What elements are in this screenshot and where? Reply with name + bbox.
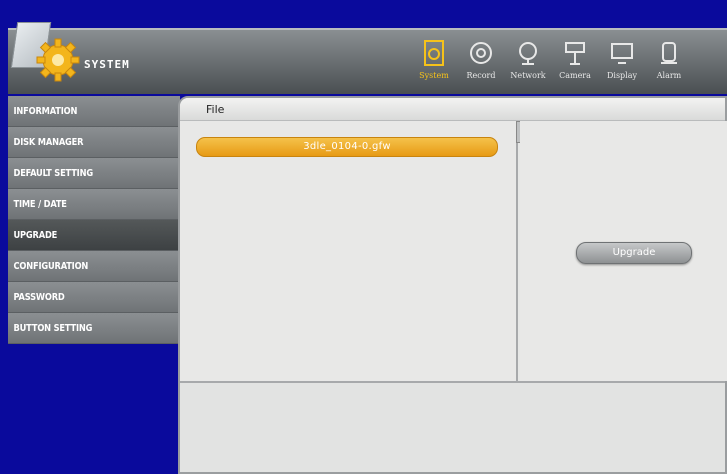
file-list-item[interactable]: 3dle_0104-0.gfw [196, 137, 498, 157]
nav-system-label: System [419, 71, 449, 80]
action-area: Upgrade [520, 121, 727, 381]
sidebar-item-information[interactable]: INFORMATION [8, 96, 181, 127]
sidebar-item-button-setting[interactable]: BUTTON SETTING [8, 313, 181, 344]
network-icon [515, 38, 541, 68]
record-icon [468, 38, 494, 68]
nav-alarm-label: Alarm [656, 71, 682, 80]
nav-camera[interactable]: Camera [555, 34, 595, 92]
file-list[interactable]: 3dle_0104-0.gfw [180, 121, 518, 381]
nav-alarm[interactable]: Alarm [649, 34, 689, 92]
file-column-label: File [206, 103, 225, 116]
nav-display-label: Display [606, 71, 638, 80]
alarm-icon [656, 38, 682, 68]
display-icon [609, 38, 635, 68]
nav-system[interactable]: System [414, 34, 454, 92]
nav-network[interactable]: Network [508, 34, 548, 92]
file-list-header: File [180, 98, 725, 121]
camera-icon [562, 38, 588, 68]
status-area [180, 383, 725, 472]
sidebar-item-disk-manager[interactable]: DISK MANAGER [8, 127, 181, 158]
sidebar-item-configuration[interactable]: CONFIGURATION [8, 251, 181, 282]
nav-network-label: Network [510, 71, 546, 80]
sidebar-item-default-setting[interactable]: DEFAULT SETTING [8, 158, 181, 189]
upgrade-panel: File 3dle_0104-0.gfw Upgrade [178, 96, 727, 474]
sidebar-item-password[interactable]: PASSWORD [8, 282, 181, 313]
upgrade-button[interactable]: Upgrade [576, 242, 692, 264]
gear-icon [36, 38, 80, 82]
nav-record-label: Record [466, 71, 496, 80]
sidebar-item-time-date[interactable]: TIME / DATE [8, 189, 181, 220]
sidebar-menu: INFORMATION DISK MANAGER DEFAULT SETTING… [8, 96, 181, 344]
nav-record[interactable]: Record [461, 34, 501, 92]
header-bar: SYSTEM System Record Network Camera Disp… [8, 22, 727, 94]
nav-camera-label: Camera [559, 71, 591, 80]
top-nav: System Record Network Camera Display Ala… [414, 34, 696, 92]
nav-display[interactable]: Display [602, 34, 642, 92]
system-icon [421, 38, 447, 68]
sidebar-item-upgrade[interactable]: UPGRADE [8, 220, 181, 251]
app-title: SYSTEM [84, 58, 130, 71]
